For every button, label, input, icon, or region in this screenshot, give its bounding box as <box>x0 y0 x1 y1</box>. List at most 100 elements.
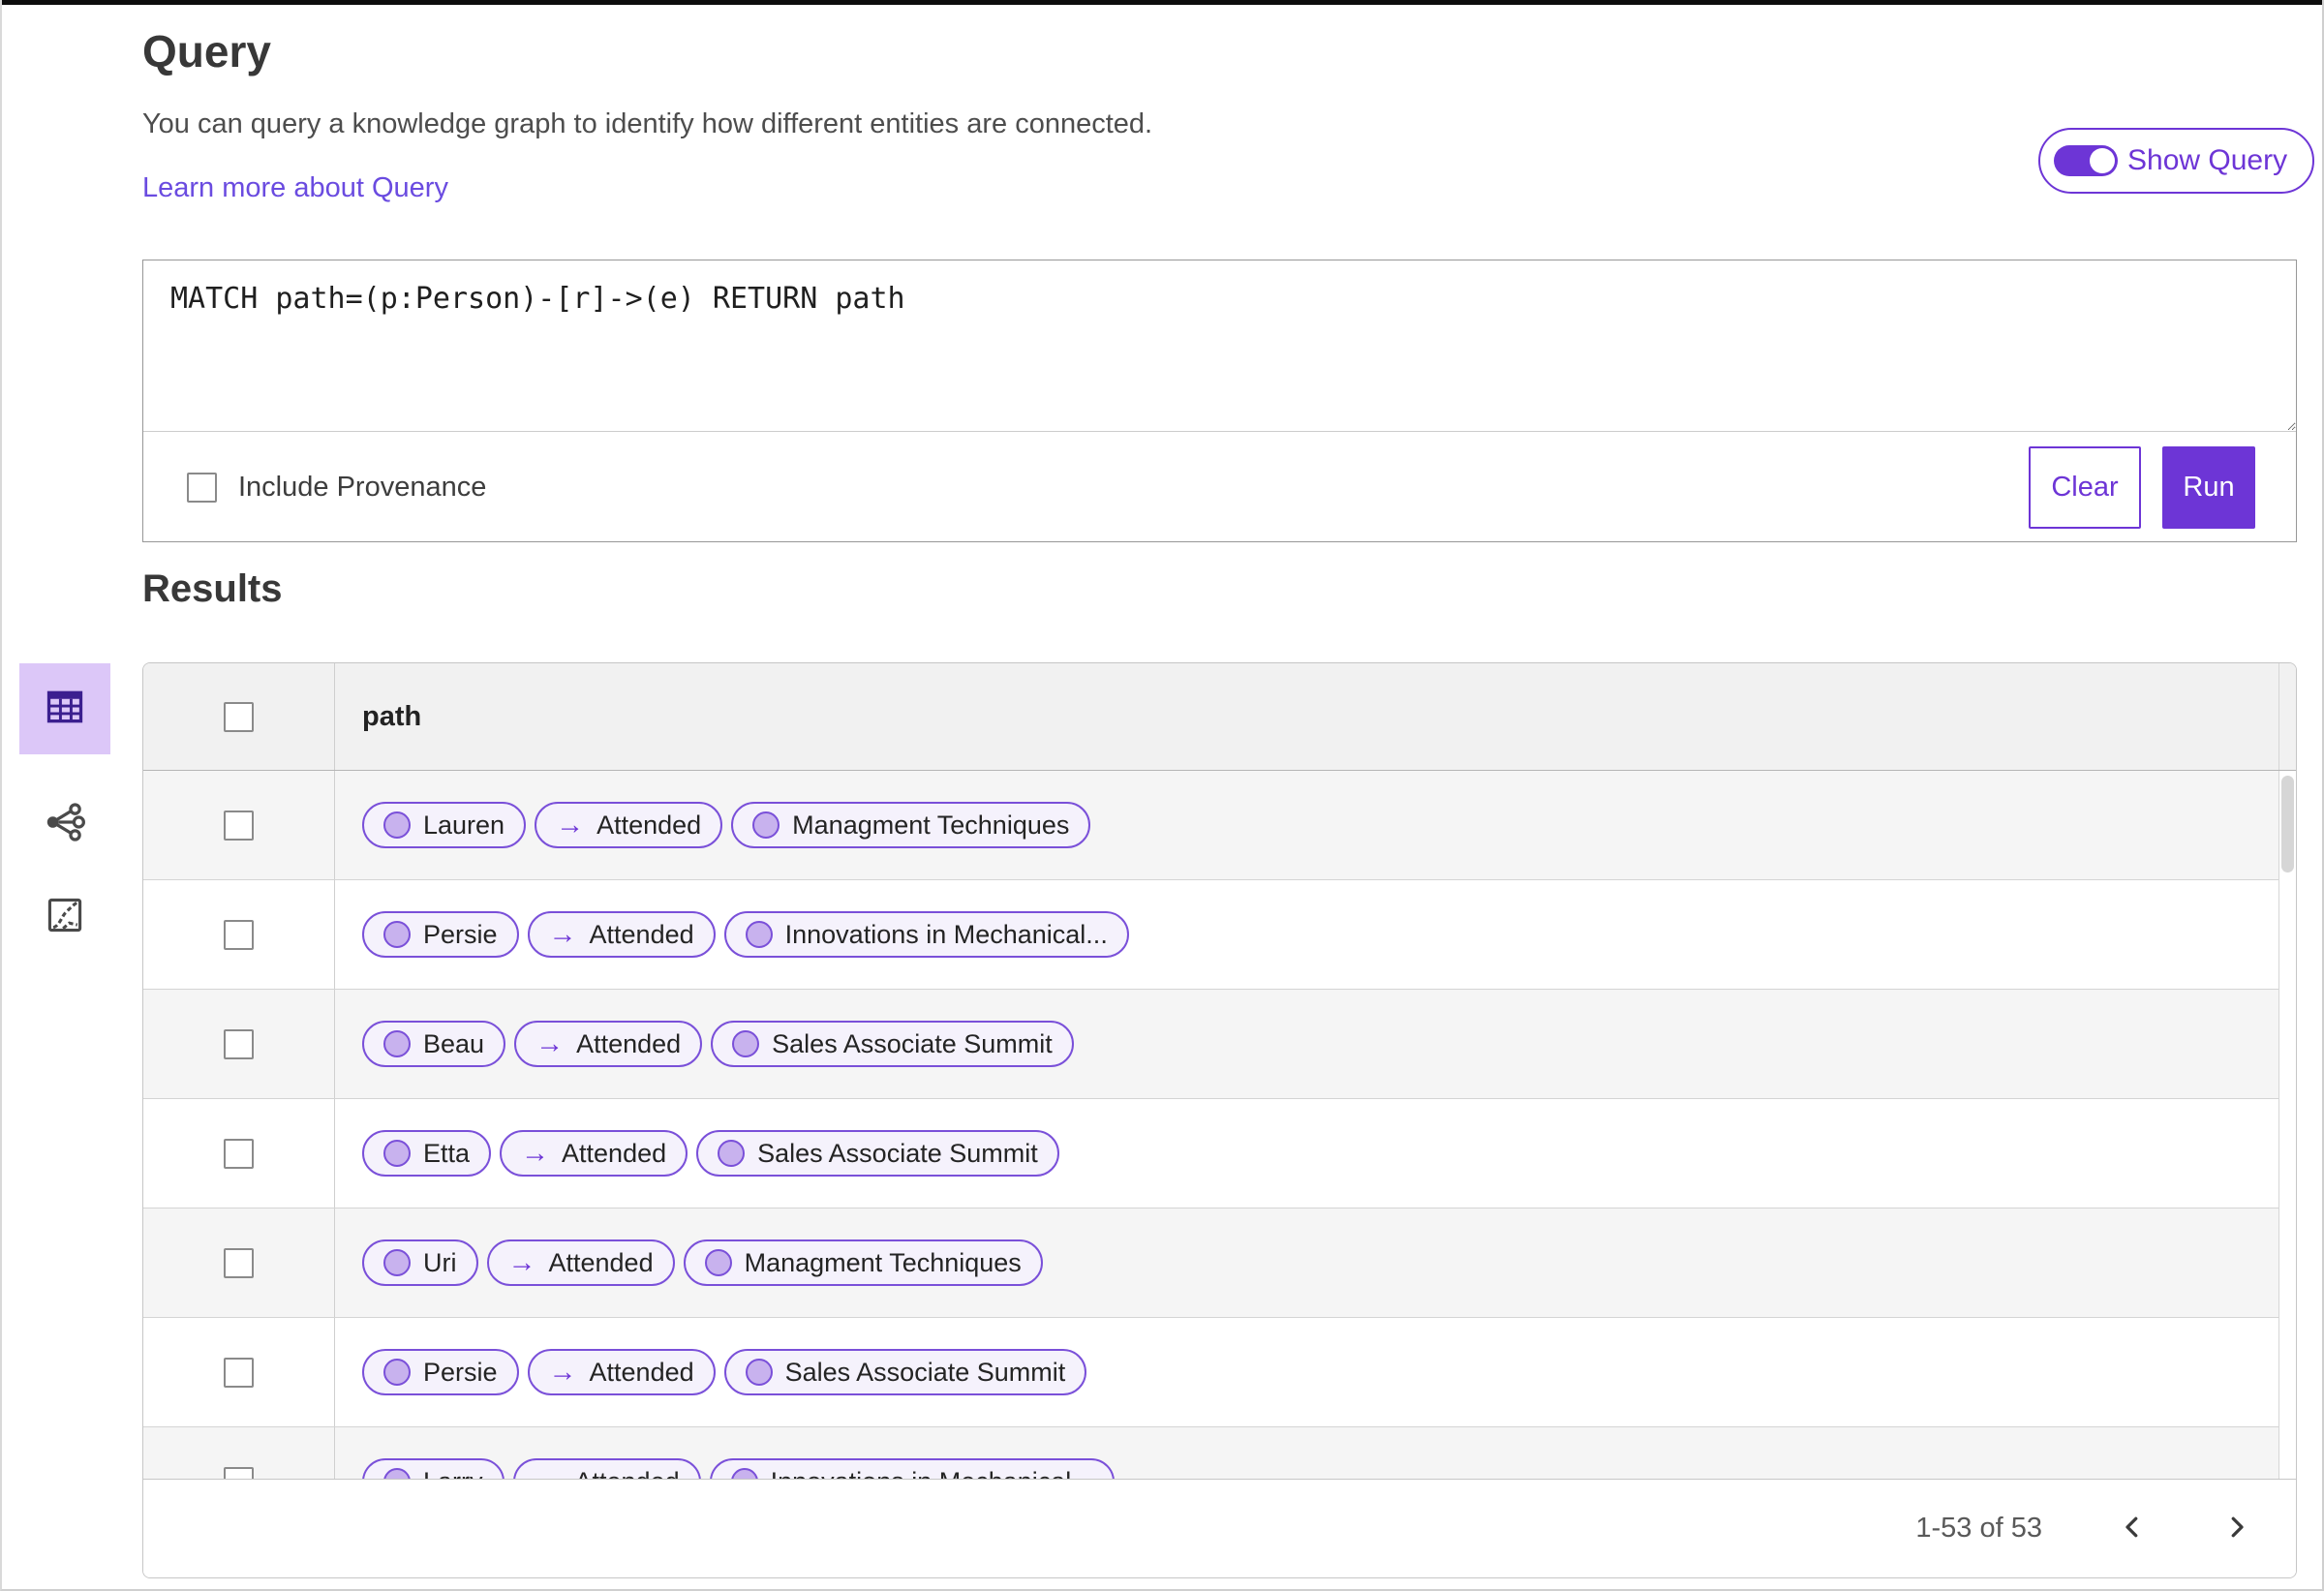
run-button[interactable]: Run <box>2162 445 2255 529</box>
clear-button[interactable]: Clear <box>2029 445 2141 529</box>
toggle-knob <box>2090 148 2115 173</box>
include-provenance-checkbox[interactable] <box>187 472 217 503</box>
page-description: You can query a knowledge graph to ident… <box>142 108 1153 139</box>
entity-label: Managment Techniques <box>792 810 1070 840</box>
learn-more-link[interactable]: Learn more about Query <box>142 172 448 204</box>
entity-label: Sales Associate Summit <box>757 1138 1038 1168</box>
table-row: Larry → Attended Innovations in Mechanic… <box>143 1427 2278 1479</box>
entity-label: Uri <box>423 1247 457 1277</box>
relation-pill[interactable]: → Attended <box>514 1021 703 1067</box>
entity-pill-target[interactable]: Managment Techniques <box>683 1239 1043 1286</box>
show-query-toggle[interactable]: Show Query <box>2038 128 2315 194</box>
show-query-label: Show Query <box>2127 144 2288 176</box>
relation-pill[interactable]: → Attended <box>527 1349 716 1395</box>
results-table: path Lauren → Attended Managment Techniq… <box>142 662 2297 1578</box>
relation-label: Attended <box>576 1028 682 1058</box>
node-icon <box>383 811 411 839</box>
next-page-button[interactable] <box>2222 1513 2251 1545</box>
row-checkbox[interactable] <box>224 919 254 950</box>
relation-pill[interactable]: → Attended <box>486 1239 675 1286</box>
relation-label: Attended <box>589 919 694 949</box>
arrow-right-icon: → <box>548 1356 577 1388</box>
entity-pill-target[interactable]: Sales Associate Summit <box>711 1021 1074 1067</box>
page-title: Query <box>142 26 271 76</box>
row-checkbox[interactable] <box>224 1247 254 1278</box>
chart-view-button[interactable] <box>19 894 110 940</box>
node-icon <box>383 1140 411 1167</box>
relation-pill[interactable]: → Attended <box>535 802 723 848</box>
table-view-button[interactable] <box>19 663 110 754</box>
query-input[interactable]: MATCH path=(p:Person)-[r]->(e) RETURN pa… <box>143 260 2296 432</box>
node-icon <box>383 921 411 948</box>
node-icon <box>745 1359 773 1386</box>
entity-label: Sales Associate Summit <box>784 1357 1066 1387</box>
row-checkbox[interactable] <box>224 1138 254 1169</box>
node-icon <box>383 1249 411 1276</box>
table-row: Uri → Attended Managment Techniques <box>143 1209 2278 1318</box>
entity-pill-source[interactable]: Lauren <box>362 802 527 848</box>
entity-pill-source[interactable]: Larry <box>362 1458 505 1479</box>
table-rows: Lauren → Attended Managment Techniques P… <box>143 771 2278 1479</box>
results-view-switcher <box>19 663 110 940</box>
query-editor-footer: Include Provenance Clear Run <box>143 432 2296 542</box>
node-icon <box>704 1249 732 1276</box>
row-path-cell: Persie → Attended Sales Associate Summit <box>335 1318 2278 1426</box>
include-provenance-label: Include Provenance <box>238 471 487 503</box>
row-checkbox-cell <box>143 1427 335 1479</box>
relation-label: Attended <box>596 810 702 840</box>
table-row: Beau → Attended Sales Associate Summit <box>143 990 2278 1099</box>
entity-pill-source[interactable]: Persie <box>362 1349 519 1395</box>
entity-pill-source[interactable]: Persie <box>362 911 519 958</box>
arrow-right-icon: → <box>521 1137 550 1169</box>
row-checkbox-cell <box>143 771 335 879</box>
results-table-body: Lauren → Attended Managment Techniques P… <box>143 771 2296 1479</box>
entity-label: Persie <box>423 1357 498 1387</box>
results-title: Results <box>142 567 283 610</box>
node-icon <box>383 1359 411 1386</box>
vertical-scrollbar <box>2278 771 2296 1479</box>
header-checkbox-cell <box>143 663 335 770</box>
path-column-header: path <box>362 700 422 732</box>
row-path-cell: Persie → Attended Innovations in Mechani… <box>335 880 2278 989</box>
row-checkbox[interactable] <box>224 810 254 841</box>
arrow-right-icon: → <box>556 809 585 841</box>
previous-page-button[interactable] <box>2118 1513 2147 1545</box>
toggle-switch[interactable] <box>2054 145 2118 176</box>
entity-label: Managment Techniques <box>744 1247 1022 1277</box>
query-page: Query You can query a knowledge graph to… <box>0 0 2324 1591</box>
table-view-icon <box>44 686 86 733</box>
relation-pill[interactable]: → Attended <box>500 1130 688 1177</box>
relation-pill[interactable]: → Attended <box>512 1458 701 1480</box>
arrow-right-icon: → <box>535 1027 565 1059</box>
entity-pill-source[interactable]: Beau <box>362 1021 506 1067</box>
row-checkbox-cell <box>143 880 335 989</box>
entity-pill-target[interactable]: Sales Associate Summit <box>696 1130 1059 1177</box>
relation-pill[interactable]: → Attended <box>527 911 716 958</box>
entity-label: Innovations in Mechanical... <box>771 1467 1093 1480</box>
relation-label: Attended <box>575 1467 680 1480</box>
row-checkbox[interactable] <box>224 1028 254 1059</box>
table-row: Persie → Attended Innovations in Mechani… <box>143 880 2278 990</box>
entity-pill-target[interactable]: Innovations in Mechanical... <box>709 1458 1115 1480</box>
node-icon <box>718 1140 746 1167</box>
entity-pill-source[interactable]: Uri <box>362 1239 478 1286</box>
node-icon <box>730 1468 758 1479</box>
node-icon <box>745 921 773 948</box>
row-path-cell: Uri → Attended Managment Techniques <box>335 1209 2278 1317</box>
node-icon <box>732 1030 760 1057</box>
entity-label: Lauren <box>423 810 505 840</box>
row-checkbox[interactable] <box>224 1357 254 1388</box>
row-path-cell: Beau → Attended Sales Associate Summit <box>335 990 2278 1098</box>
window-top-border <box>2 0 2322 5</box>
entity-pill-target[interactable]: Innovations in Mechanical... <box>723 911 1129 958</box>
header-scrollbar-gutter <box>2278 663 2296 770</box>
entity-pill-target[interactable]: Managment Techniques <box>731 802 1091 848</box>
graph-view-button[interactable] <box>19 801 110 847</box>
entity-pill-source[interactable]: Etta <box>362 1130 492 1177</box>
scrollbar-thumb[interactable] <box>2281 776 2294 872</box>
row-path-cell: Larry → Attended Innovations in Mechanic… <box>335 1427 2278 1479</box>
select-all-checkbox[interactable] <box>224 701 254 732</box>
header-path-cell: path <box>335 663 2278 770</box>
entity-pill-target[interactable]: Sales Associate Summit <box>723 1349 1087 1395</box>
row-checkbox[interactable] <box>224 1466 254 1479</box>
